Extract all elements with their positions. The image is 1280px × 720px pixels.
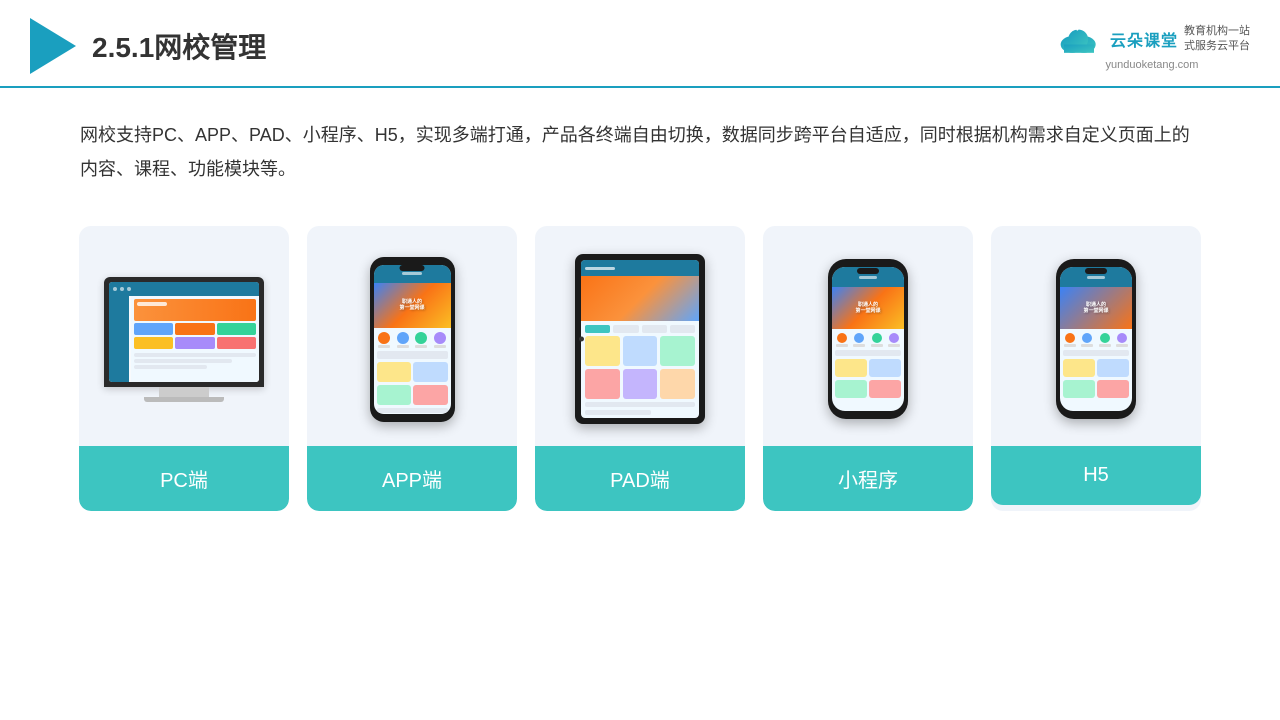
tablet-mockup (575, 254, 705, 424)
phone-mockup-h5: 职通人的第一堂网课 (1056, 259, 1136, 419)
pc-mockup (104, 277, 264, 402)
logo-text-cn: 云朵课堂 (1110, 27, 1178, 51)
card-pc-label: PC端 (79, 446, 289, 511)
card-h5: 职通人的第一堂网课 (991, 226, 1201, 511)
card-pc-image (79, 226, 289, 446)
card-miniapp-image: 职通人的第一堂网课 (763, 226, 973, 446)
card-h5-label: H5 (991, 446, 1201, 505)
card-pc: PC端 (79, 226, 289, 511)
card-app-label: APP端 (307, 446, 517, 511)
phone-mockup-app: 职通人的第一堂网课 (370, 257, 455, 422)
card-pad: PAD端 (535, 226, 745, 511)
logo-triangle-icon (30, 18, 76, 74)
card-h5-image: 职通人的第一堂网课 (991, 226, 1201, 446)
header-left: 2.5.1网校管理 (30, 18, 266, 74)
cloud-icon (1054, 22, 1104, 57)
card-app: 职通人的第一堂网课 (307, 226, 517, 511)
logo-slogan: 教育机构一站 式服务云平台 (1184, 24, 1250, 55)
description-text: 网校支持PC、APP、PAD、小程序、H5，实现多端打通，产品各终端自由切换，数… (0, 88, 1280, 196)
header: 2.5.1网校管理 云朵课堂 教育机构一站 式服务云平台 (0, 0, 1280, 88)
description-paragraph: 网校支持PC、APP、PAD、小程序、H5，实现多端打通，产品各终端自由切换，数… (80, 118, 1200, 186)
card-miniapp: 职通人的第一堂网课 (763, 226, 973, 511)
card-miniapp-label: 小程序 (763, 446, 973, 511)
logo-url: yunduoketang.com (1106, 59, 1199, 71)
header-right: 云朵课堂 教育机构一站 式服务云平台 yunduoketang.com (1054, 22, 1250, 71)
card-pad-image (535, 226, 745, 446)
page-title: 2.5.1网校管理 (92, 26, 266, 66)
cards-container: PC端 职通人的第一堂网课 (0, 196, 1280, 541)
card-app-image: 职通人的第一堂网课 (307, 226, 517, 446)
card-pad-label: PAD端 (535, 446, 745, 511)
logo-cloud: 云朵课堂 教育机构一站 式服务云平台 (1054, 22, 1250, 57)
phone-mockup-miniapp: 职通人的第一堂网课 (828, 259, 908, 419)
